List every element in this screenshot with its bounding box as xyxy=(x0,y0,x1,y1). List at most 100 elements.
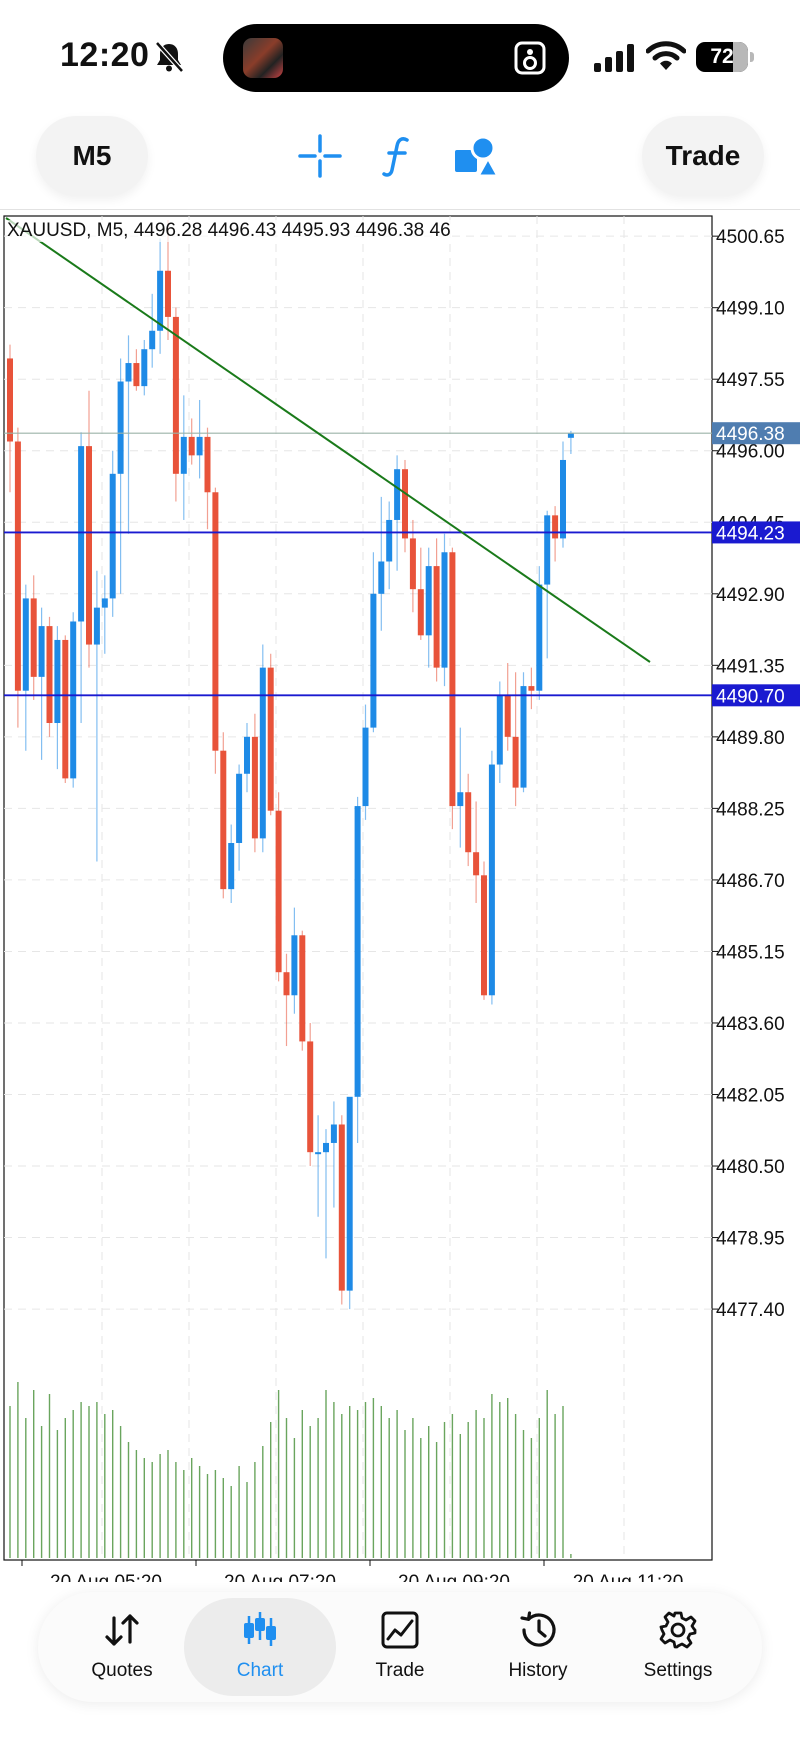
candle-body xyxy=(212,492,219,751)
speaker-icon xyxy=(514,41,546,75)
candle-body xyxy=(86,446,92,645)
candle-body xyxy=(291,935,298,996)
candle-body xyxy=(38,626,45,677)
candle-body xyxy=(473,852,480,876)
current-price-label: 4496.38 xyxy=(716,424,785,445)
candle-body xyxy=(457,792,464,807)
nav-trade[interactable]: Trade xyxy=(324,1598,476,1696)
nav-chart-label: Chart xyxy=(236,1660,284,1681)
price-chart[interactable]: 4500.654499.104497.554496.004494.454492.… xyxy=(0,212,800,1582)
candle-body xyxy=(370,593,377,728)
price-axis-label: 4477.40 xyxy=(716,1300,785,1321)
time-axis-label: 20 Aug 09:20 xyxy=(398,1572,510,1582)
candle-body xyxy=(180,436,187,474)
candle-body xyxy=(362,727,369,807)
price-axis-label: 4478.95 xyxy=(716,1229,785,1250)
candle-body xyxy=(386,519,393,562)
crosshair-icon[interactable] xyxy=(296,132,344,180)
candle-body xyxy=(307,1041,314,1153)
candle-body xyxy=(228,842,235,890)
candle-body xyxy=(165,270,171,317)
candle-body xyxy=(7,358,13,442)
candle-body xyxy=(417,589,424,636)
status-bar: 12:20 72 xyxy=(0,0,800,110)
price-axis-label: 4486.70 xyxy=(716,871,785,892)
candle-body xyxy=(251,736,258,839)
price-axis-label: 4482.05 xyxy=(716,1085,785,1106)
price-axis-label: 4499.10 xyxy=(716,299,785,320)
price-axis-label: 4492.90 xyxy=(716,585,785,606)
nav-quotes[interactable]: Quotes xyxy=(46,1598,198,1696)
battery-level: 72 xyxy=(710,45,734,68)
candle-body xyxy=(512,736,519,788)
candle-body xyxy=(520,686,527,788)
candle-body xyxy=(465,792,472,853)
candle-body xyxy=(275,810,282,973)
candle-body xyxy=(117,381,124,474)
candle-body xyxy=(496,695,503,765)
candle-body xyxy=(441,552,448,668)
candle-body xyxy=(133,363,140,387)
candle-body xyxy=(141,349,148,387)
candle-body xyxy=(204,436,211,493)
price-axis-label: 4500.65 xyxy=(716,227,785,248)
candle-body xyxy=(78,446,85,622)
price-axis-label: 4491.35 xyxy=(716,656,785,677)
nav-history[interactable]: History xyxy=(462,1598,614,1696)
dynamic-island[interactable] xyxy=(223,24,569,92)
candle-body xyxy=(244,736,250,774)
candle-body xyxy=(552,515,559,539)
price-axis-label: 4489.80 xyxy=(716,728,785,749)
indicator-function-icon[interactable] xyxy=(374,132,422,180)
trade-line-chart-icon xyxy=(381,1611,419,1649)
candle-body xyxy=(299,935,306,1042)
horizontal-level-label: 4490.70 xyxy=(716,686,785,707)
history-clock-icon xyxy=(520,1611,556,1647)
candle-body xyxy=(536,584,543,691)
candle-body xyxy=(109,473,116,599)
candle-body xyxy=(70,621,77,779)
objects-shapes-icon[interactable] xyxy=(452,132,500,180)
nav-quotes-label: Quotes xyxy=(91,1660,153,1681)
candle-body xyxy=(567,433,574,438)
candle-body xyxy=(323,1142,329,1153)
candle-body xyxy=(488,764,495,996)
candle-body xyxy=(125,363,132,382)
price-axis-label: 4485.15 xyxy=(716,942,785,963)
candle-body xyxy=(196,436,203,456)
candlestick-chart-icon xyxy=(244,1612,276,1646)
chart-info-line: XAUUSD, M5, 4496.28 4496.43 4495.93 4496… xyxy=(7,220,451,242)
settings-gear-icon xyxy=(659,1611,697,1649)
price-axis-label: 4488.25 xyxy=(716,799,785,820)
chart-toolbar: M5 Trade xyxy=(0,104,800,210)
candle-body xyxy=(338,1124,345,1291)
candle-body xyxy=(46,626,53,724)
nav-history-label: History xyxy=(508,1660,568,1681)
candle-body xyxy=(378,561,385,594)
candle-body xyxy=(504,695,511,737)
candlestick-chart[interactable]: 4500.654499.104497.554496.004494.454492.… xyxy=(0,212,800,1582)
candle-body xyxy=(54,639,61,724)
time-axis-label: 20 Aug 11:20 xyxy=(573,1572,684,1582)
horizontal-level-label: 4494.23 xyxy=(716,523,785,544)
bell-slash-icon xyxy=(155,41,184,73)
price-axis-label: 4497.55 xyxy=(716,370,785,391)
candle-body xyxy=(62,639,69,779)
candle-body xyxy=(30,598,37,677)
candle-body xyxy=(259,667,266,839)
candle-body xyxy=(528,686,535,691)
bottom-navigation: Quotes Chart Trade History Settings xyxy=(38,1592,762,1702)
nav-settings[interactable]: Settings xyxy=(602,1598,754,1696)
candle-body xyxy=(93,607,100,645)
candle-body xyxy=(560,459,566,539)
price-axis-label: 4483.60 xyxy=(716,1014,785,1035)
media-thumbnail xyxy=(243,38,283,78)
nav-chart[interactable]: Chart xyxy=(184,1598,336,1696)
candle-body xyxy=(22,598,29,691)
timeframe-button[interactable]: M5 xyxy=(36,116,148,196)
trade-button[interactable]: Trade xyxy=(642,116,764,196)
candle-body xyxy=(449,552,456,807)
status-time: 12:20 xyxy=(60,36,150,74)
candle-body xyxy=(354,806,361,1097)
candle-body xyxy=(236,773,243,843)
